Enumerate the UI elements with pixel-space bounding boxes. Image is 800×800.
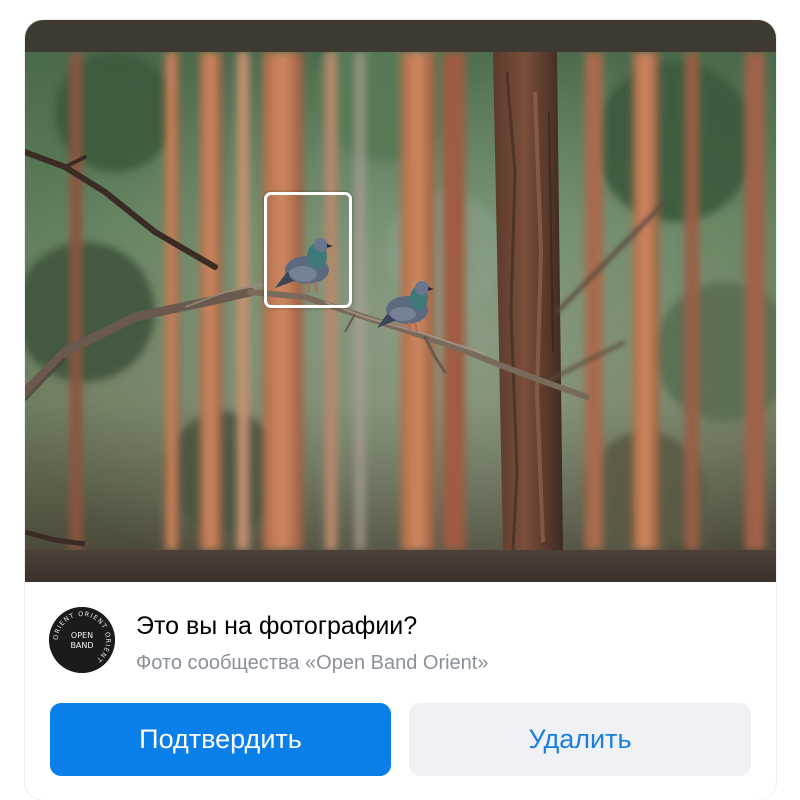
avatar-logo-line2: BAND: [70, 641, 93, 650]
forest-photo: [25, 52, 776, 550]
confirm-button[interactable]: Подтвердить: [50, 703, 391, 776]
face-tag-card: ORIENT ORIENT ORIENT OPEN BAND Это вы на…: [25, 20, 776, 800]
tag-info: ORIENT ORIENT ORIENT OPEN BAND Это вы на…: [25, 582, 776, 694]
tag-question: Это вы на фотографии?: [136, 612, 418, 640]
photo-bottom-bar: [25, 550, 776, 582]
open-band-logo-icon: ORIENT ORIENT ORIENT OPEN BAND: [49, 607, 115, 673]
community-avatar[interactable]: ORIENT ORIENT ORIENT OPEN BAND: [49, 607, 115, 673]
delete-button[interactable]: Удалить: [409, 703, 751, 776]
face-tag-marker[interactable]: [264, 192, 352, 308]
tag-source[interactable]: Фото сообщества «Open Band Orient»: [136, 652, 488, 675]
photo-frame: [25, 20, 776, 582]
avatar-logo-line1: OPEN: [71, 631, 93, 640]
